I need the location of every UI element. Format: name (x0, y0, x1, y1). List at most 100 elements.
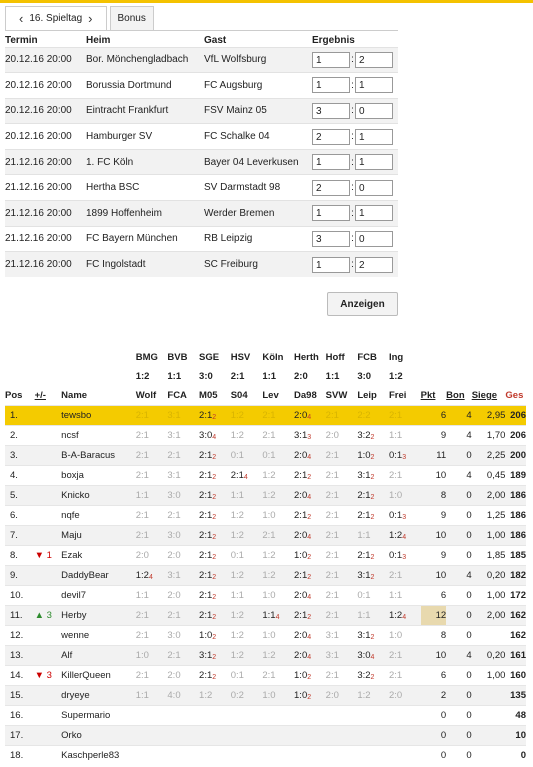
ges-cell: 206 (505, 424, 526, 445)
tip-cell: 0:13 (388, 504, 421, 525)
standings-row[interactable]: 9. DaddyBear 1:24 3:1 2:12 1:2 1:2 2:12 2:1 3:12 2… (5, 564, 526, 585)
standings-row[interactable]: 17. Orko 0 0 10 (5, 724, 526, 745)
away-score-input[interactable]: 1 (355, 128, 393, 145)
tip-cell: 2:12 (294, 564, 326, 585)
fixture-row: 21.12.16 20:00 FC Ingolstadt SC Freiburg 1:… (5, 251, 398, 278)
ges-cell: 135 (505, 684, 526, 705)
matchday-tab[interactable]: ‹ 16. Spieltag › (5, 6, 107, 30)
tab-bonus[interactable]: Bonus (109, 6, 154, 30)
standings-row[interactable]: 8. ▼ 1 Ezak 2:0 2:0 2:12 0:1 1:2 1:02 2:1 2:12 0:13… (5, 544, 526, 565)
player-name[interactable]: Supermario (61, 704, 136, 725)
standings-row[interactable]: 7. Maju 2:1 3:0 2:12 1:2 2:1 2:04 2:1 1:1 1:24 10 0 1… (5, 524, 526, 545)
standings-row[interactable]: 4. boxja 2:1 3:1 2:12 2:14 1:2 2:12 2:1 3:12 2:1 10… (5, 464, 526, 485)
home-score-input[interactable]: 1 (312, 256, 350, 273)
tip-cell: 2:12 (199, 484, 231, 505)
player-name[interactable]: boxja (61, 464, 136, 485)
tip-cell (357, 704, 389, 725)
player-name[interactable]: Orko (61, 724, 136, 745)
player-name[interactable]: Herby (61, 604, 136, 625)
tip-points: 2 (212, 413, 217, 421)
player-name[interactable]: tewsbo (61, 404, 136, 425)
tip-cell: 2:12 (357, 504, 389, 525)
ges-cell: 186 (505, 504, 526, 525)
tip-points: 3 (402, 453, 407, 461)
standings-row[interactable]: 2. ncsf 2:1 3:1 3:04 1:2 2:1 3:13 2:0 3:22 1:1 9 4 1,… (5, 424, 526, 445)
tip-cell: 1:1 (388, 424, 421, 445)
col-pkt[interactable]: Pkt (421, 386, 447, 405)
standings-row[interactable]: 6. nqfe 2:1 2:1 2:12 1:2 1:0 2:12 2:1 2:12 0:13 9 0 1… (5, 504, 526, 525)
pkt-cell: 11 (420, 444, 447, 465)
col-siege[interactable]: Siege (472, 386, 506, 405)
match-away-team: Leip (357, 389, 377, 401)
home-score-input[interactable]: 1 (312, 77, 350, 94)
player-name[interactable]: devil7 (61, 584, 136, 605)
col-bon[interactable]: Bon (446, 386, 472, 405)
away-score-input[interactable]: 1 (355, 154, 393, 171)
away-score-input[interactable]: 1 (355, 205, 393, 222)
tip-cell: 2:12 (199, 504, 231, 525)
player-name[interactable]: Kaschperle83 (61, 744, 136, 765)
bon-cell: 0 (446, 604, 472, 625)
player-name[interactable]: ncsf (61, 424, 136, 445)
tip-cell: 1:0 (262, 504, 295, 525)
tip-points: 3 (307, 433, 312, 441)
pkt-cell: 8 (420, 484, 447, 505)
tip-points: 2 (212, 673, 217, 681)
away-score-input[interactable]: 1 (355, 77, 393, 94)
tip-points: 4 (307, 593, 312, 601)
tip-cell: 3:12 (199, 644, 231, 665)
chevron-right-icon[interactable]: › (88, 11, 92, 26)
standings-row[interactable]: 18. Kaschperle83 0 0 0 (5, 744, 526, 765)
away-score-input[interactable]: 0 (355, 102, 393, 119)
anzeigen-button[interactable]: Anzeigen (327, 292, 398, 316)
standings-row[interactable]: 5. Knicko 1:1 3:0 2:12 1:1 1:2 2:04 2:1 2:12 1:0 8 0… (5, 484, 526, 505)
standings-row[interactable]: 1. tewsbo 2:1 3:1 2:12 1:2 2:1 2:04 2:1 2:2 2:1 6 4 2… (5, 404, 526, 425)
diff-cell (34, 704, 62, 725)
tip-points: 2 (212, 533, 217, 541)
tip-cell: 3:0 (167, 524, 200, 545)
tip-cell: 3:22 (357, 664, 389, 685)
standings-row[interactable]: 3. B-A-Baracus 2:1 2:1 2:12 0:1 0:1 2:04 2:1 1:02… (5, 444, 526, 465)
standings-row[interactable]: 12. wenne 2:1 3:0 1:02 1:2 1:0 2:04 3:1 3:12 1:0 8 0… (5, 624, 526, 645)
fixture-row: 21.12.16 20:00 1. FC Köln Bayer 04 Leverku… (5, 148, 398, 175)
player-name[interactable]: dryeye (61, 684, 136, 705)
player-name[interactable]: Ezak (61, 544, 136, 565)
home-score-input[interactable]: 1 (312, 51, 350, 68)
home-score-input[interactable]: 2 (312, 128, 350, 145)
home-score-input[interactable]: 1 (312, 154, 350, 171)
home-score-input[interactable]: 3 (312, 230, 350, 247)
away-score-input[interactable]: 0 (355, 179, 393, 196)
tip-points: 4 (402, 533, 407, 541)
player-name[interactable]: wenne (61, 624, 136, 645)
player-name[interactable]: Maju (61, 524, 136, 545)
standings-row[interactable]: 16. Supermario 0 0 48 (5, 704, 526, 725)
tip-cell: 2:04 (294, 644, 326, 665)
ges-cell: 206 (505, 404, 526, 425)
player-name[interactable]: B-A-Baracus (61, 444, 136, 465)
standings-row[interactable]: 10. devil7 1:1 2:0 2:12 1:1 1:0 2:04 2:1 0:1 1:1 6 0… (5, 584, 526, 605)
away-score-input[interactable]: 2 (355, 51, 393, 68)
standings-row[interactable]: 14. ▼ 3 KillerQueen 2:1 2:0 2:12 0:1 2:1 1:02 2:1… (5, 664, 526, 685)
bon-cell: 0 (446, 724, 472, 745)
tip-cell: 1:0 (262, 584, 295, 605)
tip-cell: 1:2 (230, 404, 263, 425)
home-score-input[interactable]: 2 (312, 179, 350, 196)
standings-row[interactable]: 11. ▲ 3 Herby 2:1 2:1 2:12 1:2 1:14 2:12 2:1 1:1 1:… (5, 604, 526, 625)
standings-row[interactable]: 13. Alf 1:0 2:1 3:12 1:2 1:2 2:04 3:1 3:04 2:1 10 4 0… (5, 644, 526, 665)
standings-row[interactable]: 15. dryeye 1:1 4:0 1:2 0:2 1:0 1:02 2:0 1:2 2:0 2 0 1… (5, 684, 526, 705)
away-score-input[interactable]: 2 (355, 256, 393, 273)
col-diff[interactable]: +/- (35, 386, 62, 405)
away-score-input[interactable]: 0 (355, 230, 393, 247)
home-score-input[interactable]: 3 (312, 102, 350, 119)
player-name[interactable]: KillerQueen (61, 664, 136, 685)
chevron-left-icon[interactable]: ‹ (19, 11, 23, 26)
tip-points: 4 (243, 473, 248, 481)
player-name[interactable]: Knicko (61, 484, 136, 505)
bon-cell: 0 (446, 744, 472, 765)
home-score-input[interactable]: 1 (312, 205, 350, 222)
pkt-cell: 0 (420, 704, 447, 725)
player-name[interactable]: DaddyBear (61, 564, 136, 585)
tip-cell (199, 724, 231, 745)
player-name[interactable]: nqfe (61, 504, 136, 525)
player-name[interactable]: Alf (61, 644, 136, 665)
